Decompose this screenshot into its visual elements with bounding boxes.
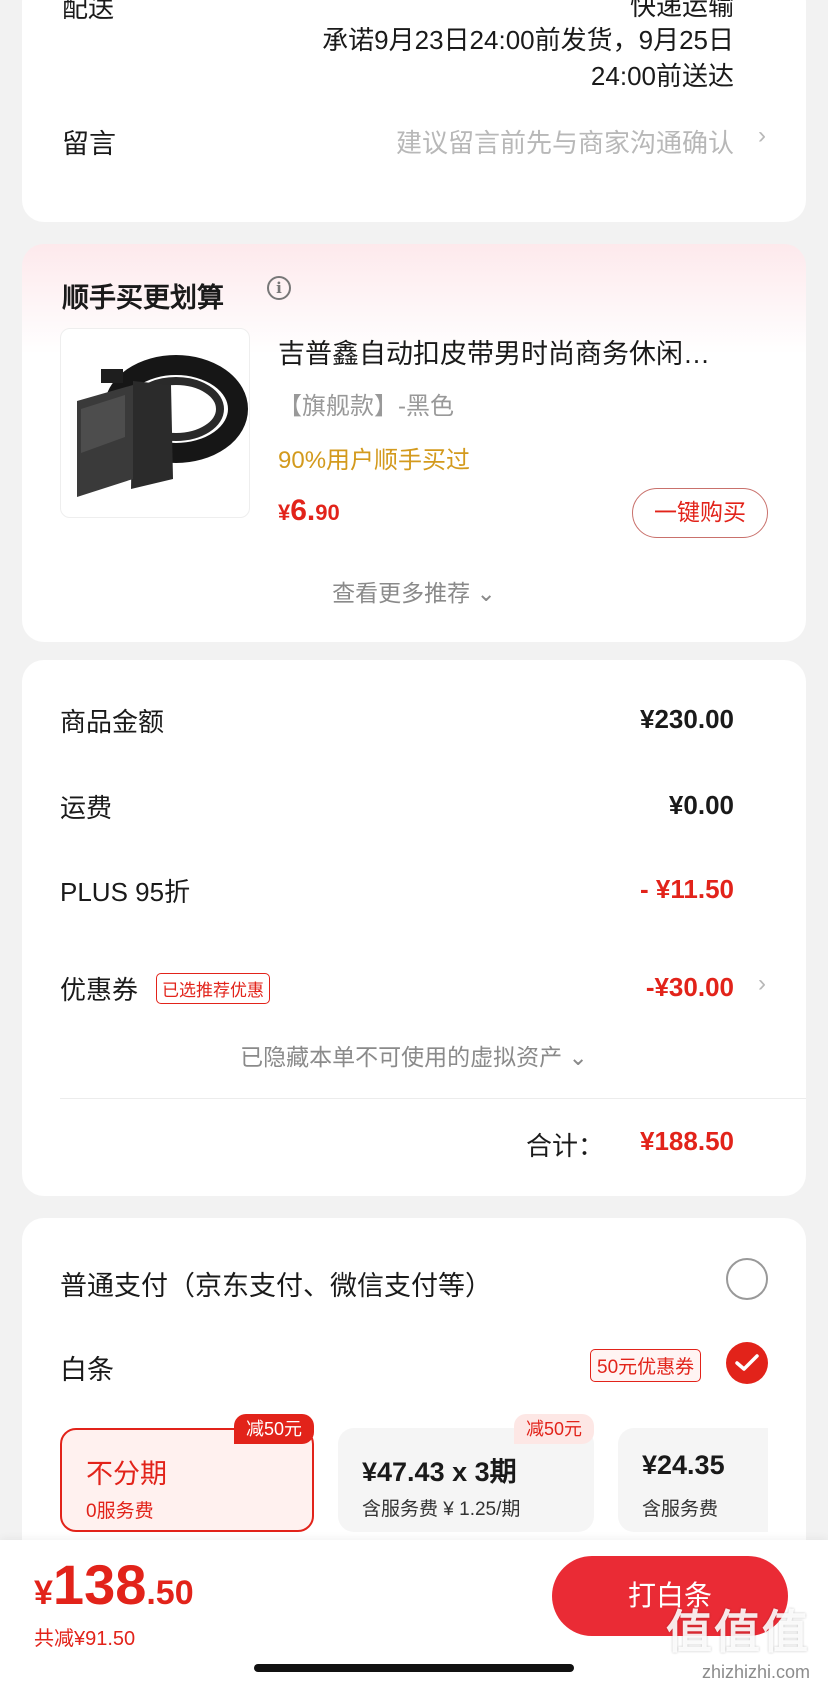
plus-discount-value: - ¥11.50 xyxy=(640,874,734,904)
home-indicator xyxy=(254,1664,574,1672)
recommend-title: 顺手买更划算 xyxy=(62,283,224,313)
baitiao-coupon-badge: 50元优惠券 xyxy=(590,1349,702,1382)
hidden-assets-toggle[interactable]: 已隐藏本单不可使用的虚拟资产 ⌄ xyxy=(22,1038,806,1072)
coupon-badge: 已选推荐优惠 xyxy=(156,973,270,1004)
plus-discount-label: PLUS 95折 xyxy=(60,877,191,907)
checkout-bar: ¥138.50 共减¥91.50 打白条 值值值 zhizhizhi.com xyxy=(0,1540,828,1682)
coupon-value[interactable]: -¥30.00 xyxy=(646,972,734,1003)
installment-plans: 减50元 不分期 0服务费 减50元 ¥47.43 x 3期 含服务费 ¥ 1.… xyxy=(60,1414,768,1534)
see-more-recommend[interactable]: 查看更多推荐 ⌄ xyxy=(22,574,806,608)
normal-payment-radio[interactable] xyxy=(726,1258,768,1300)
baitiao-label[interactable]: 白条 xyxy=(60,1348,114,1387)
hidden-assets-label: 已隐藏本单不可使用的虚拟资产 xyxy=(240,1044,563,1070)
pay-amount: ¥138.50 xyxy=(34,1552,194,1617)
delivery-label: 配送 xyxy=(62,0,115,23)
total-saved[interactable]: 共减¥91.50 xyxy=(34,1622,135,1651)
check-icon xyxy=(735,1354,759,1371)
plan-main: ¥47.43 x 3期 xyxy=(362,1457,517,1487)
chevron-right-icon[interactable]: › xyxy=(758,970,766,998)
baitiao-radio-checked[interactable] xyxy=(726,1342,768,1384)
price-card: 商品金额 ¥230.00 运费 ¥0.00 PLUS 95折 - ¥11.50 … xyxy=(22,660,806,1196)
message-label: 留言 xyxy=(62,129,116,159)
price-decimal: 90 xyxy=(315,500,340,525)
plan-3-installments[interactable]: 减50元 ¥47.43 x 3期 含服务费 ¥ 1.25/期 xyxy=(338,1414,594,1532)
recommend-card: 顺手买更划算 i 吉普鑫自动扣皮带男时尚商务休闲… 【旗舰款】-黑色 90%用户… xyxy=(22,244,806,642)
watermark-url: zhizhizhi.com xyxy=(701,1662,810,1682)
goods-amount-label: 商品金额 xyxy=(60,707,165,737)
total-value: ¥188.50 xyxy=(640,1126,734,1156)
product-name[interactable]: 吉普鑫自动扣皮带男时尚商务休闲… xyxy=(278,332,758,371)
product-price: ¥6.90 xyxy=(278,494,340,528)
total-label: 合计： xyxy=(525,1131,604,1161)
belt-icon xyxy=(77,355,248,497)
plan-main: 不分期 xyxy=(86,1459,167,1489)
plan-tag: 减50元 xyxy=(233,1414,314,1444)
plan-sub: 含服务费 ¥ 1.25/期 xyxy=(362,1499,521,1520)
watermark-logo: 值值值 xyxy=(666,1606,810,1658)
normal-payment-label[interactable]: 普通支付（京东支付、微信支付等） xyxy=(60,1264,492,1303)
amount-currency: ¥ xyxy=(34,1574,53,1612)
coupon-label[interactable]: 优惠券 xyxy=(60,970,138,1007)
plan-main: ¥24.35 xyxy=(642,1450,725,1480)
delivery-method[interactable]: 快递运输 xyxy=(630,0,734,23)
plan-6-installments[interactable]: ¥24.35 含服务费 xyxy=(618,1428,768,1532)
see-more-label: 查看更多推荐 xyxy=(332,580,471,606)
chevron-right-icon: › xyxy=(758,122,766,149)
plan-no-installment[interactable]: 减50元 不分期 0服务费 xyxy=(60,1414,314,1532)
shipping-label: 运费 xyxy=(60,793,113,823)
chevron-down-icon: ⌄ xyxy=(476,580,496,606)
price-integer: 6. xyxy=(290,494,316,527)
shipping-value: ¥0.00 xyxy=(668,790,734,820)
one-click-buy-button[interactable]: 一键购买 xyxy=(632,488,768,538)
chevron-down-icon: ⌄ xyxy=(568,1044,588,1070)
product-spec: 【旗舰款】-黑色 xyxy=(278,393,454,420)
product-image[interactable] xyxy=(60,328,250,518)
watermark: 值值值 zhizhizhi.com xyxy=(666,1596,810,1682)
divider xyxy=(60,1098,806,1099)
delivery-promise: 承诺9月23日24:00前发货，9月25日24:00前送达 xyxy=(322,25,734,91)
plan-sub: 0服务费 xyxy=(86,1501,154,1522)
plan-tag: 减50元 xyxy=(513,1414,594,1444)
delivery-card: 配送 快递运输 承诺9月23日24:00前发货，9月25日24:00前送达 留言… xyxy=(22,0,806,222)
price-currency: ¥ xyxy=(278,500,291,525)
amount-decimal: .50 xyxy=(146,1574,194,1612)
product-tip: 90%用户顺手买过 xyxy=(278,447,471,474)
info-icon[interactable]: i xyxy=(267,276,291,300)
plan-sub: 含服务费 xyxy=(642,1499,719,1520)
message-input[interactable]: 建议留言前先与商家沟通确认 xyxy=(396,123,734,160)
goods-amount-value: ¥230.00 xyxy=(640,704,734,734)
amount-integer: 138 xyxy=(52,1553,147,1616)
